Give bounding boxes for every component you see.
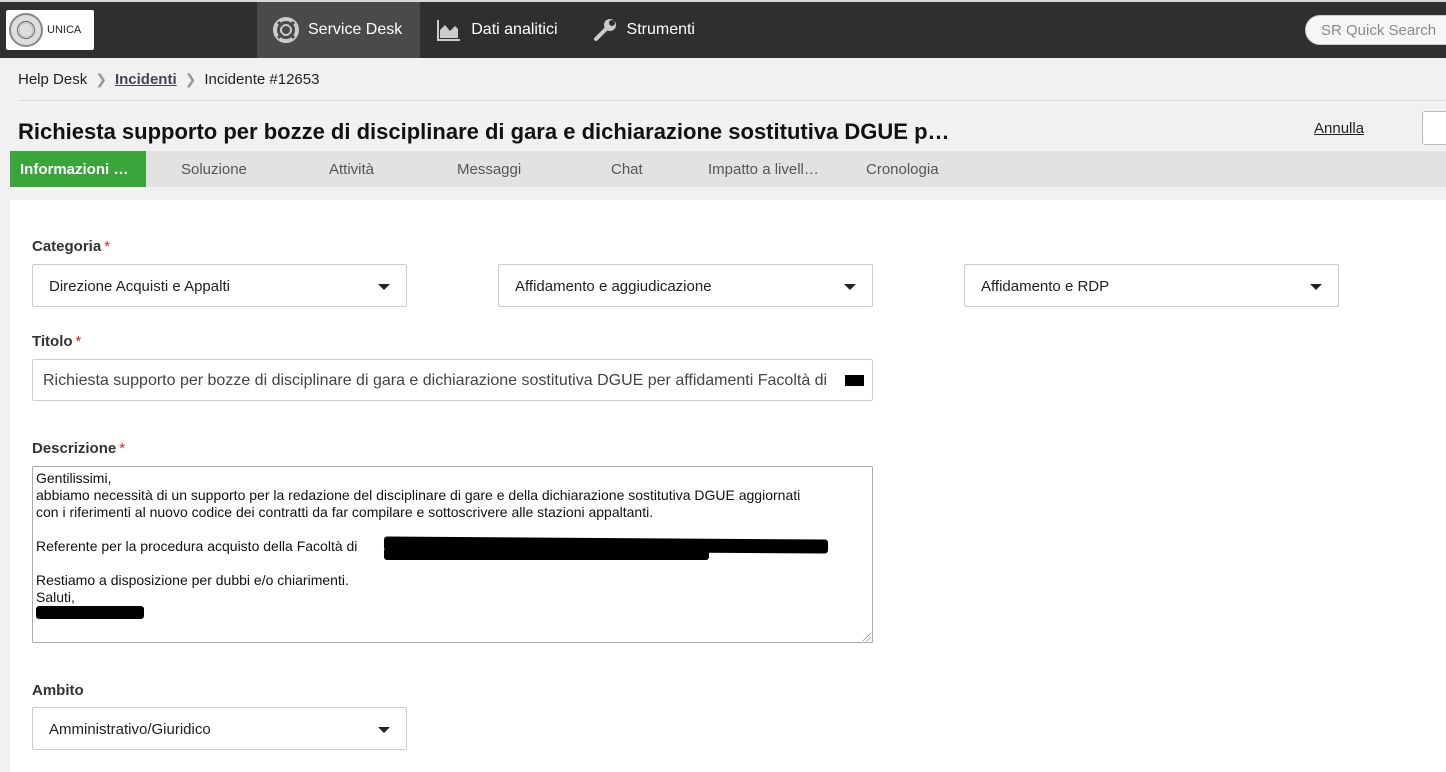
descrizione-label: Descrizione * [32,440,126,457]
categoria-select-3[interactable]: Affidamento e RDP [964,264,1339,307]
nav-dati-analitici-label: Dati analitici [471,21,558,38]
resize-handle[interactable] [863,633,871,641]
ambito-label: Ambito [32,682,84,699]
page-title: Richiesta supporto per bozze di discipli… [18,119,950,144]
titolo-input[interactable]: Richiesta supporto per bozze di discipli… [32,359,873,401]
categoria-select-1-value: Direzione Acquisti e Appalti [49,278,230,295]
save-button[interactable] [1422,111,1446,145]
cancel-link[interactable]: Annulla [1314,120,1364,137]
tab-bar: Informazioni … Soluzione Attività Messag… [10,151,1446,187]
breadcrumb-current: Incidente #12653 [204,71,320,88]
descrizione-line [36,521,869,538]
categoria-label: Categoria * [32,238,111,255]
descrizione-line: abbiamo necessità di un supporto per la … [36,487,801,503]
tab-soluzione[interactable]: Soluzione [181,151,247,187]
caret-down-icon [844,284,856,290]
area-chart-icon [437,20,461,41]
redaction-mark [845,375,864,386]
descrizione-line: Saluti, [36,589,75,605]
descrizione-line: con i riferimenti al nuovo codice dei co… [36,504,654,520]
chevron-right-icon: ❯ [184,71,197,87]
university-logo[interactable]: UNICA [6,10,94,50]
breadcrumb-help-desk[interactable]: Help Desk [18,71,87,88]
wrench-icon [593,19,616,41]
descrizione-line: Restiamo a disposizione per dubbi e/o ch… [36,572,349,588]
breadcrumb-incidenti[interactable]: Incidenti [115,71,177,88]
redaction-mark [384,548,709,560]
logo-text: UNICA [47,24,82,36]
breadcrumb: Help Desk ❯ Incidenti ❯ Incidente #12653 [18,71,319,88]
nav-strumenti-label: Strumenti [626,21,695,38]
nav-dati-analitici[interactable]: Dati analitici [420,2,575,58]
caret-down-icon [378,727,390,733]
titolo-label: Titolo * [32,333,82,350]
caret-down-icon [378,284,390,290]
categoria-select-1[interactable]: Direzione Acquisti e Appalti [32,264,407,307]
categoria-select-3-value: Affidamento e RDP [981,278,1110,295]
tab-attivita[interactable]: Attività [329,151,374,187]
quick-search-input[interactable]: SR Quick Search [1305,15,1446,45]
main-nav: Service Desk Dati analitici Strumenti [257,2,713,58]
descrizione-line: Gentilissimi, [36,470,112,486]
categoria-select-2-value: Affidamento e aggiudicazione [515,278,712,295]
tab-informazioni[interactable]: Informazioni … [10,151,146,187]
ambito-select-value: Amministrativo/Giuridico [49,721,211,738]
chevron-right-icon: ❯ [95,71,107,87]
descrizione-line [36,606,869,623]
redaction-mark [36,606,144,619]
categoria-select-2[interactable]: Affidamento e aggiudicazione [498,264,873,307]
tab-impatto[interactable]: Impatto a livell… [708,151,819,187]
tab-chat[interactable]: Chat [611,151,643,187]
top-navigation-bar: UNICA Service Desk Dati analitici Strume… [0,0,1446,58]
divider [18,100,1446,101]
nav-service-desk[interactable]: Service Desk [257,2,421,58]
form-panel: Categoria * Direzione Acquisti e Appalti … [10,200,1446,772]
nav-service-desk-label: Service Desk [308,21,403,38]
tab-messaggi[interactable]: Messaggi [457,151,521,187]
caret-down-icon [1310,284,1322,290]
seal-icon [9,13,43,47]
tab-cronologia[interactable]: Cronologia [866,151,939,187]
lifebuoy-icon [273,17,299,43]
nav-strumenti[interactable]: Strumenti [576,2,713,58]
titolo-input-value: Richiesta supporto per bozze di discipli… [43,372,828,389]
ambito-select[interactable]: Amministrativo/Giuridico [32,707,407,750]
